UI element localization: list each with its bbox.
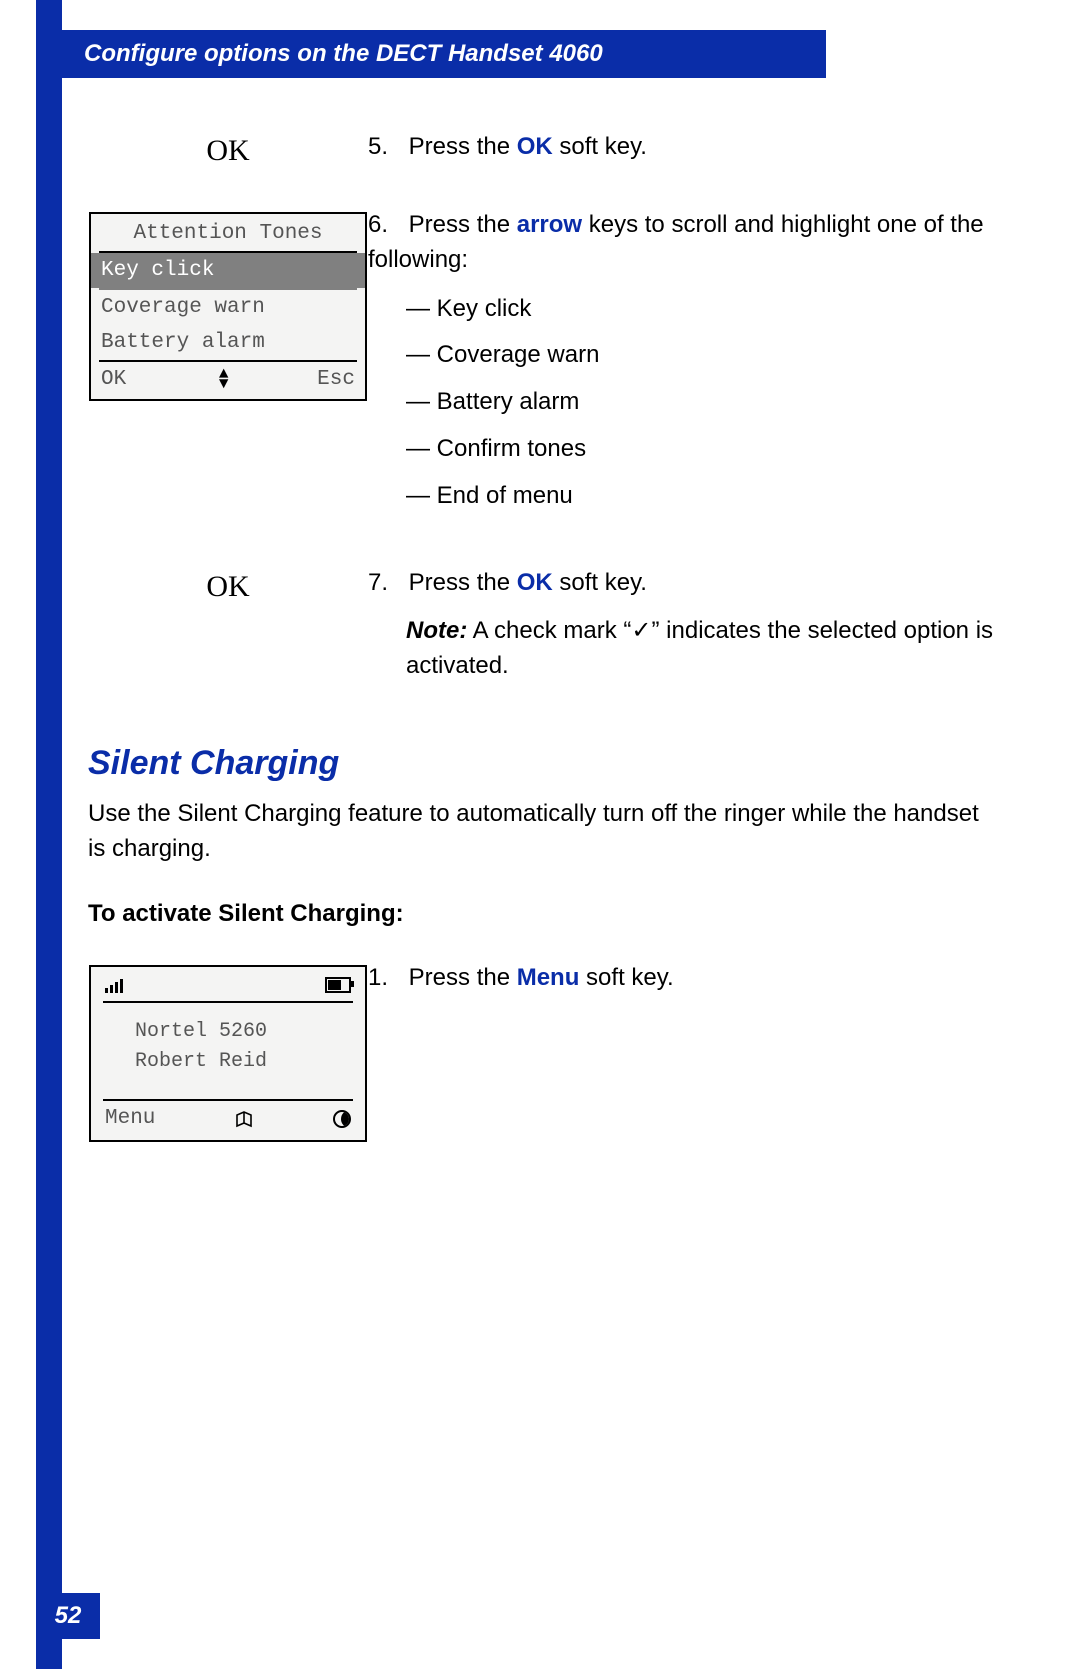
handset-menu-item: Battery alarm <box>91 325 365 360</box>
step-7-ok: OK <box>517 569 553 596</box>
handset-soft-left: OK <box>101 368 126 391</box>
battery-icon <box>325 977 351 993</box>
handset-idle-screen: Nortel 5260 Robert Reid Menu <box>89 965 367 1142</box>
check-icon: ✓ <box>631 617 651 644</box>
step-1b-text-a: Press the <box>409 964 517 991</box>
step-5-key-label: OK <box>88 130 368 168</box>
step-5: OK 5. Press the OK soft key. <box>88 130 998 168</box>
phonebook-icon <box>234 1109 254 1129</box>
step-7-note: Note: A check mark “✓” indicates the sel… <box>368 614 998 684</box>
handset-menu-item-selected: Key click <box>91 253 365 288</box>
idle-status-bar <box>91 967 365 999</box>
contrast-icon <box>333 1110 351 1128</box>
page-number: 52 <box>36 1593 100 1639</box>
step-7-text-a: Press the <box>409 569 517 596</box>
step-6-option: Confirm tones <box>368 432 998 467</box>
handset-soft-right: Esc <box>317 368 355 391</box>
step-1b-text: 1. Press the Menu soft key. <box>368 961 998 996</box>
left-margin-bar <box>36 0 62 1669</box>
step-5-text-b: soft key. <box>553 133 647 160</box>
step-5-number: 5. <box>368 130 402 165</box>
page-header-title: Configure options on the DECT Handset 40… <box>84 40 603 68</box>
step-7-key-label: OK <box>88 566 368 604</box>
handset-menu-title: Attention Tones <box>91 214 365 251</box>
step-6-options: Key click Coverage warn Battery alarm Co… <box>368 292 998 514</box>
step-6-option: End of menu <box>368 479 998 514</box>
idle-line2: Robert Reid <box>135 1047 365 1077</box>
step-7: OK 7. Press the OK soft key. Note: A che… <box>88 566 998 684</box>
step-6-text-a: Press the <box>409 211 517 238</box>
step-5-ok: OK <box>517 133 553 160</box>
section-intro: Use the Silent Charging feature to autom… <box>88 797 998 867</box>
note-a: A check mark “ <box>467 617 631 644</box>
note-label: Note: <box>406 617 467 644</box>
section-heading: Silent Charging <box>88 744 998 783</box>
step-6-arrow: arrow <box>517 211 582 238</box>
idle-softkeys: Menu <box>91 1101 365 1140</box>
page-header: Configure options on the DECT Handset 40… <box>36 30 826 78</box>
step-1b-number: 1. <box>368 961 402 996</box>
updown-arrow-icon: ▲▼ <box>219 370 225 389</box>
idle-body: Nortel 5260 Robert Reid <box>91 1003 365 1097</box>
step-7-text: 7. Press the OK soft key. Note: A check … <box>368 566 998 684</box>
section-activate: To activate Silent Charging: <box>88 897 998 932</box>
step-6-option: Key click <box>368 292 998 327</box>
step-1b-text-b: soft key. <box>579 964 673 991</box>
step-6-option: Coverage warn <box>368 338 998 373</box>
step-1b-screen-wrap: Nortel 5260 Robert Reid Menu <box>88 961 368 1142</box>
signal-icon <box>105 979 123 993</box>
step-1b-menu: Menu <box>517 964 580 991</box>
idle-line1: Nortel 5260 <box>135 1017 365 1047</box>
step-5-text: 5. Press the OK soft key. <box>368 130 998 165</box>
step-7-text-b: soft key. <box>553 569 647 596</box>
handset-menu-screen: Attention Tones Key click Coverage warn … <box>89 212 367 401</box>
step-6-number: 6. <box>368 208 402 243</box>
step-7-number: 7. <box>368 566 402 601</box>
step-6-option: Battery alarm <box>368 385 998 420</box>
step-6-screen-wrap: Attention Tones Key click Coverage warn … <box>88 208 368 401</box>
step-6: Attention Tones Key click Coverage warn … <box>88 208 998 526</box>
page-content: OK 5. Press the OK soft key. Attention T… <box>88 130 998 1182</box>
idle-soft-left: Menu <box>105 1107 155 1130</box>
handset-menu-item: Coverage warn <box>91 290 365 325</box>
step-1b: Nortel 5260 Robert Reid Menu 1. Press th… <box>88 961 998 1142</box>
step-6-text: 6. Press the arrow keys to scroll and hi… <box>368 208 998 526</box>
handset-softkeys: OK ▲▼ Esc <box>91 362 365 399</box>
step-5-text-a: Press the <box>409 133 517 160</box>
